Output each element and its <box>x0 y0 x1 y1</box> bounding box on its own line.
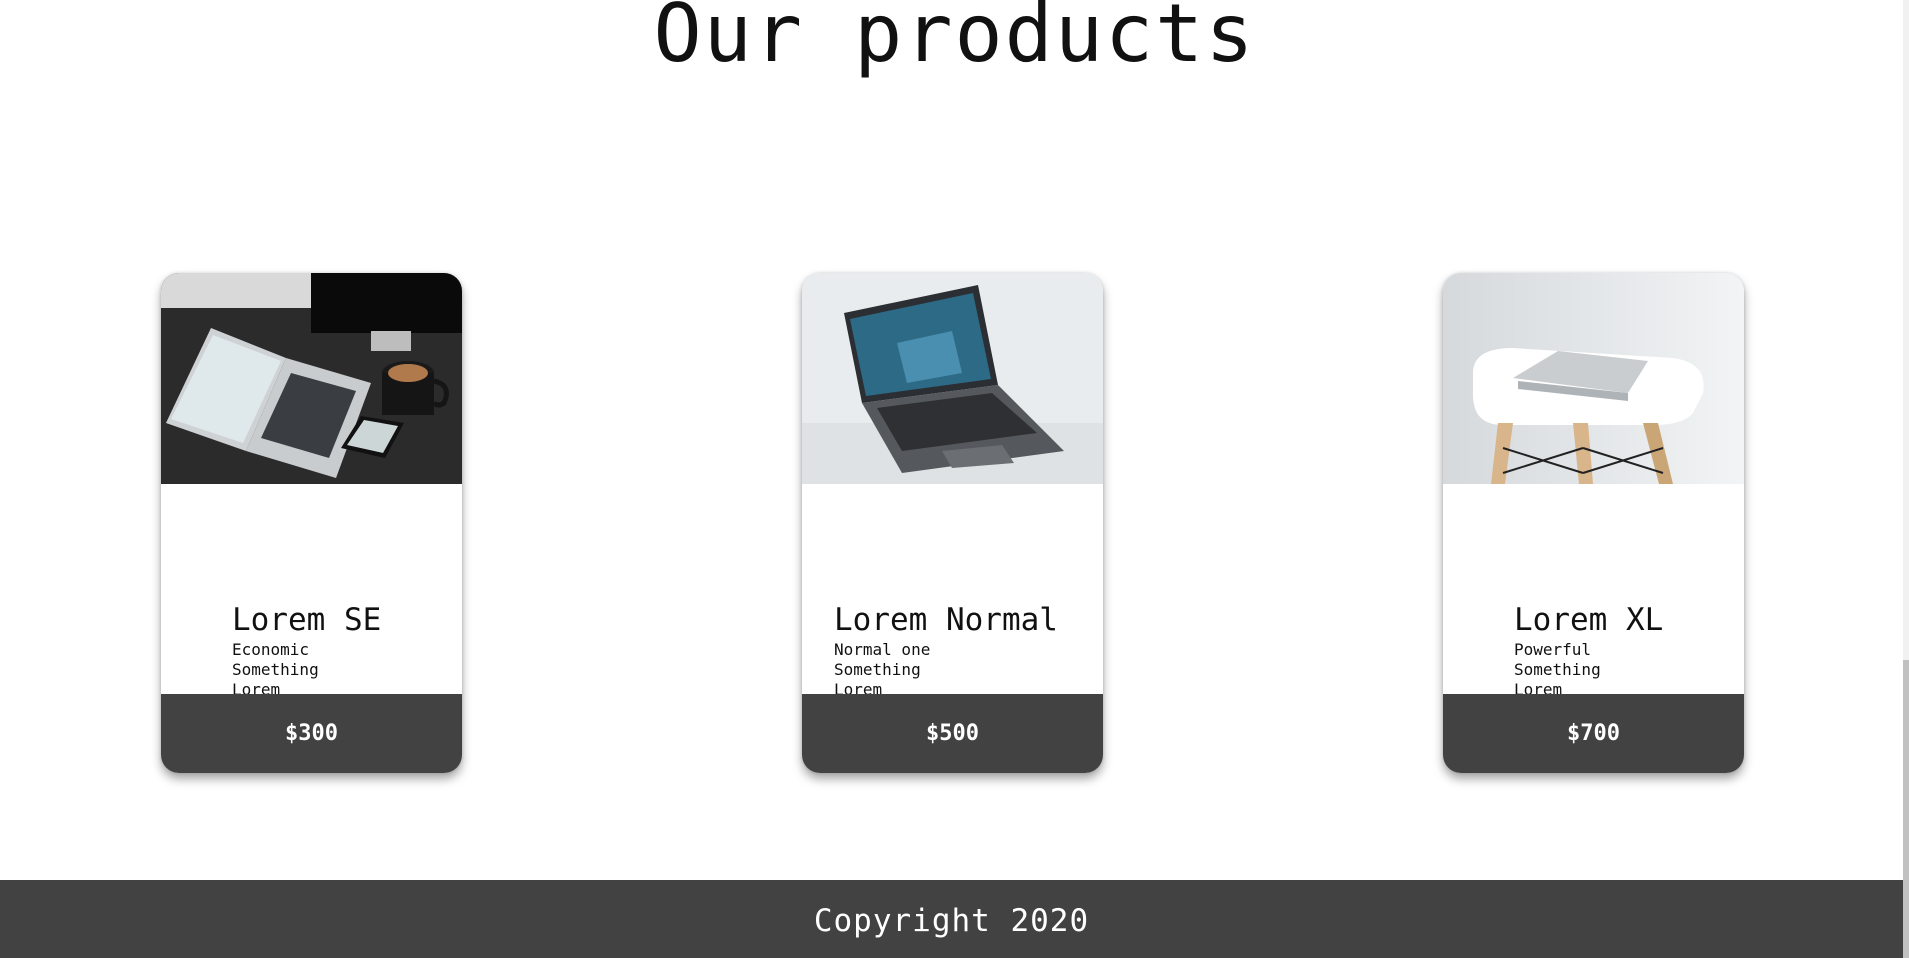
page-title: Our products <box>653 0 1256 80</box>
product-description: Powerful Something Lorem <box>1514 640 1601 700</box>
description-line: Something <box>1514 660 1601 679</box>
scrollbar-thumb[interactable] <box>1903 660 1909 958</box>
product-name: Lorem XL <box>1514 602 1664 638</box>
product-card-normal[interactable]: Lorem Normal Normal one Something Lorem … <box>802 273 1103 773</box>
product-card-xl[interactable]: Lorem XL Powerful Something Lorem $700 <box>1443 273 1744 773</box>
open-laptop-photo <box>802 273 1103 484</box>
product-name: Lorem SE <box>232 602 382 638</box>
product-image <box>161 273 462 484</box>
description-line: Something <box>834 660 921 679</box>
description-line: Normal one <box>834 640 931 659</box>
product-image <box>1443 273 1744 484</box>
footer: Copyright 2020 <box>0 880 1903 958</box>
product-name: Lorem Normal <box>834 602 1058 638</box>
laptop-desk-photo <box>161 273 462 484</box>
description-line: Something <box>232 660 319 679</box>
product-card-se[interactable]: Lorem SE Economic Something Lorem $300 <box>161 273 462 773</box>
vertical-scrollbar[interactable] <box>1903 0 1909 958</box>
description-line: Economic <box>232 640 310 659</box>
price-button[interactable]: $300 <box>161 694 462 773</box>
page: Our products Lorem SE Economic Something… <box>0 0 1909 958</box>
description-line: Powerful <box>1514 640 1592 659</box>
laptop-on-chair-photo <box>1443 273 1744 484</box>
product-description: Economic Something Lorem <box>232 640 319 700</box>
price-button[interactable]: $700 <box>1443 694 1744 773</box>
copyright-text: Copyright 2020 <box>813 903 1090 939</box>
product-description: Normal one Something Lorem <box>834 640 930 700</box>
price-button[interactable]: $500 <box>802 694 1103 773</box>
product-image <box>802 273 1103 484</box>
